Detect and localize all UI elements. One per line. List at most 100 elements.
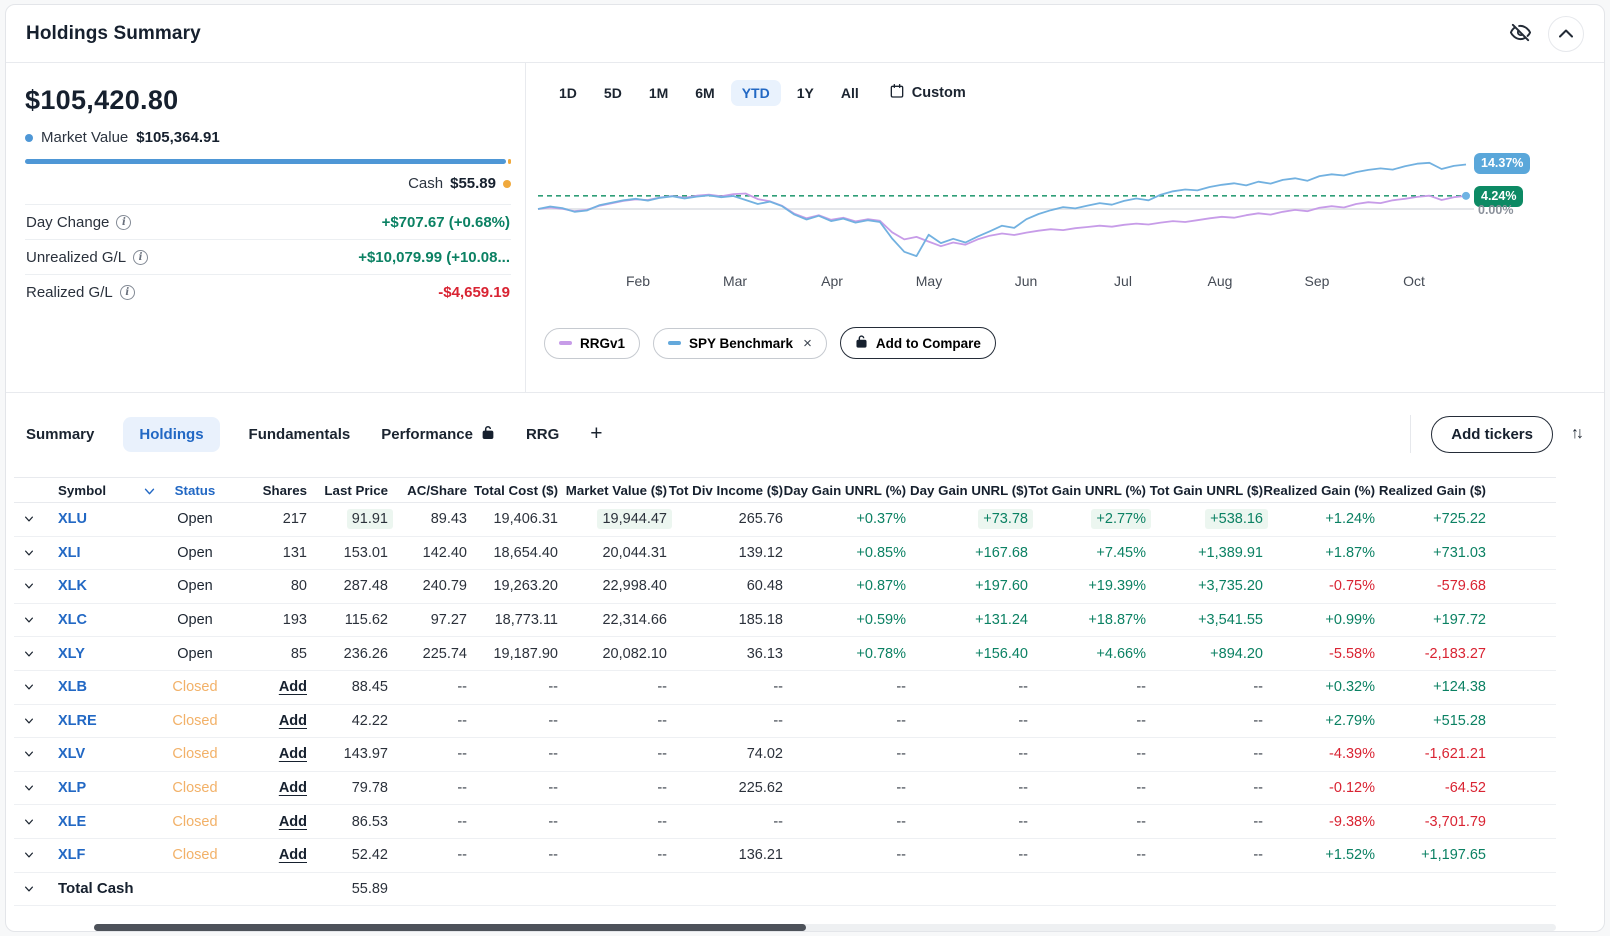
legend-chip-label: SPY Benchmark xyxy=(689,335,794,351)
value-tot_pct: +19.39% xyxy=(1088,578,1146,595)
add-shares-link[interactable]: Add xyxy=(279,780,307,796)
add-shares-link[interactable]: Add xyxy=(279,847,307,863)
symbol-link[interactable]: XLF xyxy=(44,847,85,863)
cell-market_value: -- xyxy=(558,746,667,762)
column-header-last_price[interactable]: Last Price xyxy=(307,483,388,498)
row-expand-chevron-icon[interactable] xyxy=(14,852,44,858)
column-header-tot_pct[interactable]: Tot Gain UNRL (%) xyxy=(1028,483,1146,498)
add-shares-link[interactable]: Add xyxy=(279,679,307,695)
column-header-rlz_pct[interactable]: Realized Gain (%) xyxy=(1263,483,1375,498)
info-icon[interactable] xyxy=(133,249,149,265)
custom-range-button[interactable]: Custom xyxy=(889,83,966,103)
symbol-link[interactable]: XLP xyxy=(44,780,86,796)
value-day_pct: +0.59% xyxy=(856,612,906,629)
column-header-total_cost[interactable]: Total Cost ($) xyxy=(467,483,558,498)
symbol-link[interactable]: XLK xyxy=(44,578,87,594)
tab-summary[interactable]: Summary xyxy=(26,426,94,443)
row-expand-chevron-icon[interactable] xyxy=(14,751,44,757)
value-day_pct: +0.85% xyxy=(856,544,906,561)
hide-values-button[interactable] xyxy=(1509,21,1532,47)
column-header-market_value[interactable]: Market Value ($) xyxy=(558,483,667,498)
add-to-compare-label: Add to Compare xyxy=(875,335,981,351)
sort-icon[interactable]: ↑↓ xyxy=(1571,425,1584,443)
row-expand-chevron-icon[interactable] xyxy=(14,583,44,589)
column-header-day_usd[interactable]: Day Gain UNRL ($) xyxy=(906,483,1028,498)
symbol-link[interactable]: XLE xyxy=(44,814,86,830)
symbol-link[interactable]: XLC xyxy=(44,612,87,628)
value-rlz_pct: -0.75% xyxy=(1329,578,1375,595)
cell-symbol: XLB xyxy=(44,679,150,695)
range-button-ytd[interactable]: YTD xyxy=(730,80,781,106)
horizontal-scrollbar-track[interactable] xyxy=(94,924,1556,931)
column-header-tot_usd[interactable]: Tot Gain UNRL ($) xyxy=(1146,483,1263,498)
tab-fundamentals[interactable]: Fundamentals xyxy=(249,426,351,443)
tab-performance[interactable]: Performance xyxy=(381,425,495,444)
add-shares-link[interactable]: Add xyxy=(279,746,307,762)
series-color-dash-icon xyxy=(559,341,572,345)
cell-total_cost: -- xyxy=(467,679,558,695)
symbol-link[interactable]: XLRE xyxy=(44,713,97,729)
cell-symbol: XLE xyxy=(44,814,150,830)
value-market_value: -- xyxy=(657,712,667,729)
symbol-link[interactable]: XLV xyxy=(44,746,85,762)
range-button-all[interactable]: All xyxy=(841,85,859,101)
range-button-1m[interactable]: 1M xyxy=(649,85,668,101)
range-button-1y[interactable]: 1Y xyxy=(797,85,814,101)
column-header-rlz_usd[interactable]: Realized Gain ($) xyxy=(1375,483,1486,498)
value-shares: 131 xyxy=(282,544,307,561)
row-expand-chevron-icon[interactable] xyxy=(14,785,44,791)
range-button-5d[interactable]: 5D xyxy=(604,85,622,101)
row-expand-chevron-icon[interactable] xyxy=(14,684,44,690)
value-market_value: 22,314.66 xyxy=(602,612,667,629)
performance-chart[interactable]: 14.37% 4.24% 0.00% Feb Mar Apr May Jun Jul Aug… xyxy=(526,113,1604,313)
horizontal-scrollbar-thumb[interactable] xyxy=(94,924,806,931)
cell-symbol: XLRE xyxy=(44,713,150,729)
row-expand-chevron-icon[interactable] xyxy=(14,516,44,522)
symbol-link[interactable]: XLB xyxy=(44,679,87,695)
cell-ac_share: 142.40 xyxy=(388,545,467,561)
tab-add-button[interactable]: + xyxy=(590,422,602,446)
cell-tot_usd: +1,389.91 xyxy=(1146,545,1263,561)
cell-rlz_usd: -64.52 xyxy=(1375,780,1486,796)
row-expand-chevron-icon[interactable] xyxy=(14,617,44,623)
value-day_pct: +0.87% xyxy=(856,578,906,595)
remove-series-icon[interactable]: × xyxy=(803,335,812,352)
column-header-symbol[interactable]: Symbol xyxy=(44,483,155,498)
info-icon[interactable] xyxy=(116,214,132,230)
symbol-link[interactable]: XLY xyxy=(44,646,85,662)
add-shares-link[interactable]: Add xyxy=(279,814,307,830)
row-expand-chevron-icon[interactable] xyxy=(14,718,44,724)
legend-chip-rrgv1[interactable]: RRGv1 xyxy=(544,327,641,359)
row-expand-chevron-icon[interactable] xyxy=(14,819,44,825)
row-expand-chevron-icon[interactable] xyxy=(14,550,44,556)
cell-total_cost: 19,406.31 xyxy=(467,511,558,527)
column-header-shares[interactable]: Shares xyxy=(240,483,307,498)
row-expand-chevron-icon[interactable] xyxy=(14,886,44,892)
status-value: Open xyxy=(177,645,213,662)
cell-market_value: 22,314.66 xyxy=(558,612,667,628)
cell-last_price: 42.22 xyxy=(307,713,388,729)
info-icon[interactable] xyxy=(119,284,135,300)
symbol-link[interactable]: XLU xyxy=(44,511,87,527)
range-button-6m[interactable]: 6M xyxy=(695,85,714,101)
column-header-day_pct[interactable]: Day Gain UNRL (%) xyxy=(783,483,906,498)
column-header-tot_div[interactable]: Tot Div Income ($) xyxy=(667,483,783,498)
range-button-1d[interactable]: 1D xyxy=(559,85,577,101)
toolbar-divider xyxy=(1410,415,1412,453)
collapse-panel-button[interactable] xyxy=(1548,15,1584,52)
symbol-link[interactable]: XLI xyxy=(44,545,81,561)
tab-rrg[interactable]: RRG xyxy=(526,426,559,443)
add-shares-link[interactable]: Add xyxy=(279,713,307,729)
add-tickers-button[interactable]: Add tickers xyxy=(1431,415,1553,453)
cell-ac_share: -- xyxy=(388,679,467,695)
cell-status: Open xyxy=(150,511,240,527)
tab-holdings[interactable]: Holdings xyxy=(123,416,220,452)
cell-symbol: Total Cash xyxy=(44,880,150,897)
column-header-status[interactable]: Status xyxy=(150,483,240,498)
add-to-compare-button[interactable]: Add to Compare xyxy=(839,327,996,359)
row-expand-chevron-icon[interactable] xyxy=(14,651,44,657)
value-day_usd: +73.78 xyxy=(978,509,1033,530)
legend-chip-spy-benchmark[interactable]: SPY Benchmark × xyxy=(653,327,827,359)
column-header-ac_share[interactable]: AC/Share xyxy=(388,483,467,498)
value-tot_usd: +3,735.20 xyxy=(1198,578,1263,595)
